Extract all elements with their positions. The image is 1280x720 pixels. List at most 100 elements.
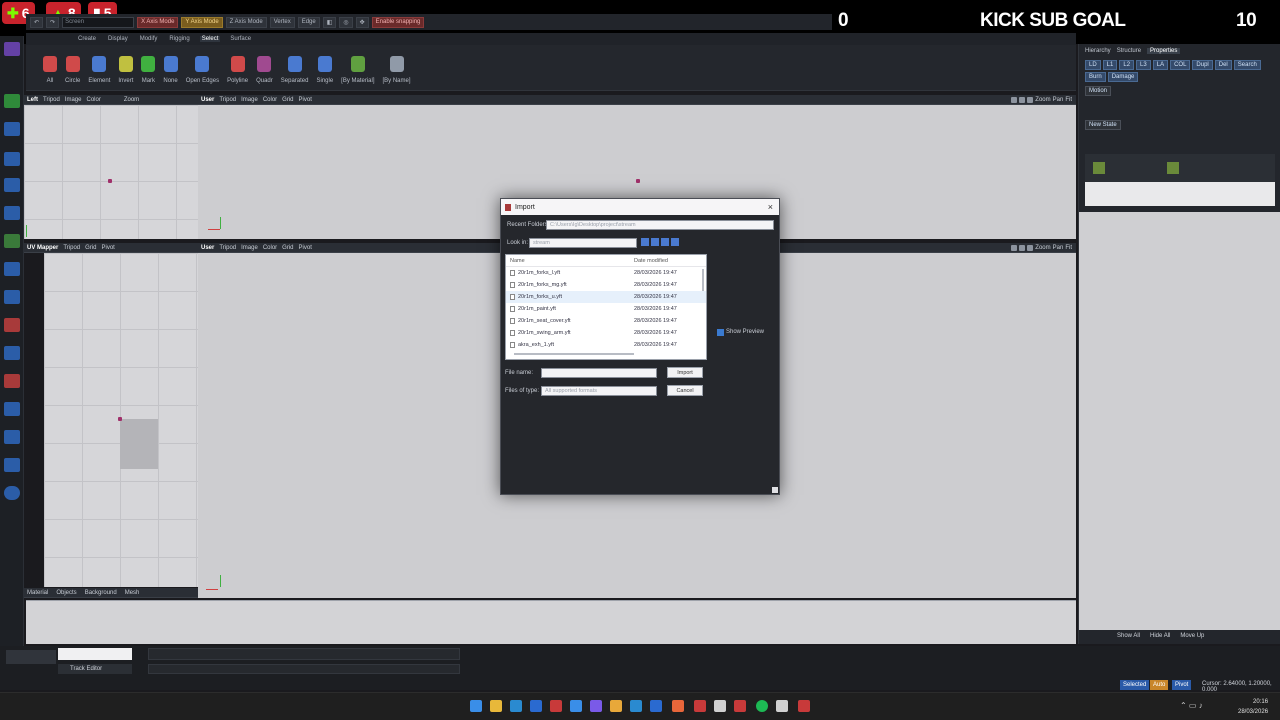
vertical-scrollbar[interactable] (702, 269, 704, 291)
image-toggle[interactable]: Image (65, 97, 82, 103)
rotate-icon[interactable] (4, 122, 20, 136)
clock[interactable]: 20:16 28/03/2026 (1238, 697, 1268, 717)
track-editor-button[interactable]: Track Editor (58, 664, 132, 674)
cut-icon[interactable] (4, 290, 20, 304)
property-chip[interactable]: Dupl (1192, 60, 1213, 70)
grid-icon[interactable] (4, 458, 20, 472)
tripod-toggle[interactable]: Tripod (43, 97, 60, 103)
recent-folders-select[interactable]: C:\Users\Ig\Desktop\project\stream (546, 220, 774, 230)
color-toggle[interactable]: Color (86, 97, 100, 103)
zmodeler-icon[interactable] (798, 700, 810, 712)
view-icon[interactable] (1019, 97, 1026, 103)
tab-create[interactable]: Create (76, 36, 98, 42)
uv-canvas[interactable] (44, 253, 198, 587)
app-icon[interactable] (650, 700, 662, 712)
snapping-button[interactable]: Enable snapping (371, 16, 425, 28)
discord-icon[interactable] (590, 700, 602, 712)
zoom-button[interactable]: Zoom (1035, 245, 1050, 251)
ribbon-mark-button[interactable]: Mark (138, 46, 158, 90)
view-menu-icon[interactable] (671, 238, 679, 246)
property-chip[interactable]: Burn (1085, 72, 1106, 82)
app-icon[interactable] (714, 700, 726, 712)
timeline[interactable] (26, 600, 1076, 644)
uv-mapper-panel[interactable]: UV Mapper Tripod Grid Pivot Material Obj… (24, 243, 198, 598)
track-strip[interactable] (148, 664, 460, 674)
ribbon-quadr-button[interactable]: Quadr (253, 46, 276, 90)
pan-button[interactable]: Pan (1053, 245, 1064, 251)
files-of-type-select[interactable]: All supported formats (541, 386, 657, 396)
scale-icon[interactable] (4, 152, 20, 166)
undo-button[interactable]: ↶ (30, 16, 44, 28)
resize-grip-icon[interactable] (772, 487, 778, 493)
material-tab[interactable]: Material (27, 590, 48, 596)
ribbon-by-name-button[interactable]: [By Name] (380, 46, 414, 90)
ribbon-invert-button[interactable]: Invert (115, 46, 136, 90)
app-icon[interactable] (630, 700, 642, 712)
property-field[interactable] (1085, 182, 1275, 206)
bevel-icon[interactable] (4, 262, 20, 276)
pivot-toggle[interactable]: Pivot (299, 97, 312, 103)
property-chip[interactable]: LA (1152, 60, 1169, 70)
file-row[interactable]: akra_exh_1.yft 28/03/2026 19:47 (506, 339, 706, 351)
file-explorer-icon[interactable] (490, 700, 502, 712)
mesh-tab[interactable]: Mesh (125, 590, 140, 596)
paint-icon[interactable] (4, 374, 20, 388)
tool-icon-1[interactable]: ◧ (322, 16, 337, 28)
tool-icon-2[interactable]: ◎ (339, 16, 353, 28)
redo-button[interactable]: ↷ (46, 16, 60, 28)
app-icon[interactable] (734, 700, 746, 712)
up-folder-icon[interactable] (651, 238, 659, 246)
auto-badge[interactable]: Auto (1150, 680, 1169, 690)
tab-properties[interactable]: Properties (1147, 48, 1181, 54)
uv-icon[interactable] (4, 402, 20, 416)
app-icon[interactable] (610, 700, 622, 712)
tripod-toggle[interactable]: Tripod (63, 245, 80, 251)
view-icon[interactable] (1019, 245, 1026, 251)
frame-input[interactable] (58, 648, 132, 660)
back-icon[interactable] (641, 238, 649, 246)
y-axis-mode-button[interactable]: Y Axis Mode (181, 16, 223, 28)
grid-toggle[interactable]: Grid (282, 97, 293, 103)
tab-structure[interactable]: Structure (1117, 48, 1141, 54)
show-all-button[interactable]: Show All (1117, 633, 1140, 639)
twitch-icon[interactable] (4, 42, 20, 56)
transform-icon[interactable] (4, 178, 20, 192)
edge-browser-icon[interactable] (510, 700, 522, 712)
record-icon[interactable] (4, 486, 20, 500)
fit-button[interactable]: Fit (1065, 97, 1072, 103)
ribbon-none-button[interactable]: None (160, 46, 180, 90)
file-row[interactable]: 20r1m_forks_mg.yft 28/03/2026 19:47 (506, 279, 706, 291)
property-chip[interactable]: L1 (1102, 60, 1118, 70)
pivot-toggle[interactable]: Pivot (101, 245, 114, 251)
property-chip[interactable]: Del (1214, 60, 1232, 70)
ribbon-single-button[interactable]: Single (313, 46, 336, 90)
color-toggle[interactable]: Color (263, 97, 277, 103)
new-state-button[interactable]: New State (1085, 120, 1121, 130)
show-preview-checkbox[interactable] (717, 329, 724, 336)
vertex-button[interactable]: Vertex (269, 16, 295, 28)
vscode-icon[interactable] (530, 700, 542, 712)
move-up-button[interactable]: Move Up (1180, 633, 1204, 639)
app-icon[interactable] (694, 700, 706, 712)
property-chip[interactable]: L2 (1119, 60, 1135, 70)
z-axis-mode-button[interactable]: Z Axis Mode (225, 16, 267, 28)
app-icon[interactable] (570, 700, 582, 712)
tripod-toggle[interactable]: Tripod (219, 97, 236, 103)
ribbon-circle-select-button[interactable]: Circle (62, 46, 83, 90)
mirror-icon[interactable] (4, 430, 20, 444)
file-row[interactable]: 20r1m_seat_cover.yft 28/03/2026 19:47 (506, 315, 706, 327)
tab-select[interactable]: Select (199, 36, 221, 42)
close-icon[interactable]: × (768, 202, 773, 212)
ribbon-by-material-button[interactable]: [By Material] (338, 46, 377, 90)
app-icon[interactable] (550, 700, 562, 712)
motion-select[interactable]: Motion (1085, 86, 1112, 96)
align-icon[interactable] (4, 206, 20, 220)
view-icon[interactable] (1027, 245, 1034, 251)
background-tab[interactable]: Background (85, 590, 117, 596)
tray-icons[interactable]: ⌃ ▭ ♪ (1180, 701, 1203, 710)
pivot-toggle[interactable]: Pivot (299, 245, 312, 251)
ribbon-element-button[interactable]: Element (85, 46, 113, 90)
viewport-left-canvas[interactable] (24, 105, 198, 239)
file-row[interactable]: 20r1m_swing_arm.yft 28/03/2026 19:47 (506, 327, 706, 339)
name-column-header[interactable]: Name (506, 258, 634, 264)
